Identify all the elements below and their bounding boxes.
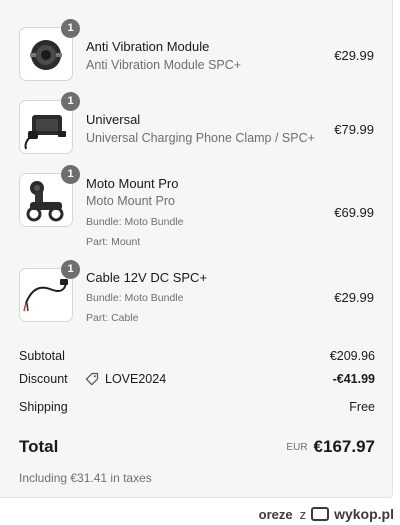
subtotal-label: Subtotal [19,349,65,363]
item-price: €29.99 [334,290,374,305]
line-item: 1 Universal Universal Charging Phone Cla… [19,92,379,156]
watermark-site: wykop.pl [334,506,394,522]
item-subtitle: Universal Charging Phone Clamp / SPC+ [86,131,315,145]
item-name: Anti Vibration Module [86,39,210,54]
item-price: €79.99 [334,122,374,137]
item-part: Part: Mount [86,236,141,248]
discount-value: -€41.99 [332,372,375,386]
quantity-badge: 1 [61,92,80,111]
currency-code: EUR [286,442,308,453]
quantity-badge: 1 [61,19,80,38]
shipping-value: Free [349,400,375,414]
item-name: Cable 12V DC SPC+ [86,270,208,285]
total-label: Total [19,437,59,456]
subtotal-value: €209.96 [329,349,375,363]
item-bundle: Bundle: Moto Bundle [86,292,184,304]
item-subtitle: Anti Vibration Module SPC+ [86,58,242,72]
total-amount: EUR €167.97 [286,437,375,457]
item-bundle: Bundle: Moto Bundle [86,216,184,228]
discount-code-text: LOVE2024 [105,372,167,386]
quantity-badge: 1 [61,165,80,184]
total-value: €167.97 [313,437,375,456]
discount-code: LOVE2024 [85,372,166,386]
watermark-separator: z [299,506,307,522]
item-part: Part: Cable [86,312,139,324]
tag-icon [85,372,99,386]
discount-label: Discount [19,372,68,386]
watermark-user: oreze [258,506,293,522]
item-name: Universal [86,112,141,127]
quantity-badge: 1 [61,260,80,279]
item-price: €29.99 [334,48,374,63]
wykop-logo-icon [311,507,330,521]
item-subtitle: Moto Mount Pro [86,194,175,208]
line-item: 1 Cable 12V DC SPC+ Bundle: Moto Bundle … [19,260,379,324]
line-item: 1 Anti Vibration Module Anti Vibration M… [19,19,379,83]
taxes-note: Including €31.41 in taxes [19,471,152,485]
item-price: €69.99 [334,205,374,220]
shipping-label: Shipping [19,400,68,414]
line-item: 1 Moto Mount Pro Moto Mount Pro Bundle: … [19,165,379,248]
watermark: oreze z wykop.pl [259,506,394,522]
item-name: Moto Mount Pro [86,176,179,191]
order-summary-panel: 1 Anti Vibration Module Anti Vibration M… [0,0,393,498]
